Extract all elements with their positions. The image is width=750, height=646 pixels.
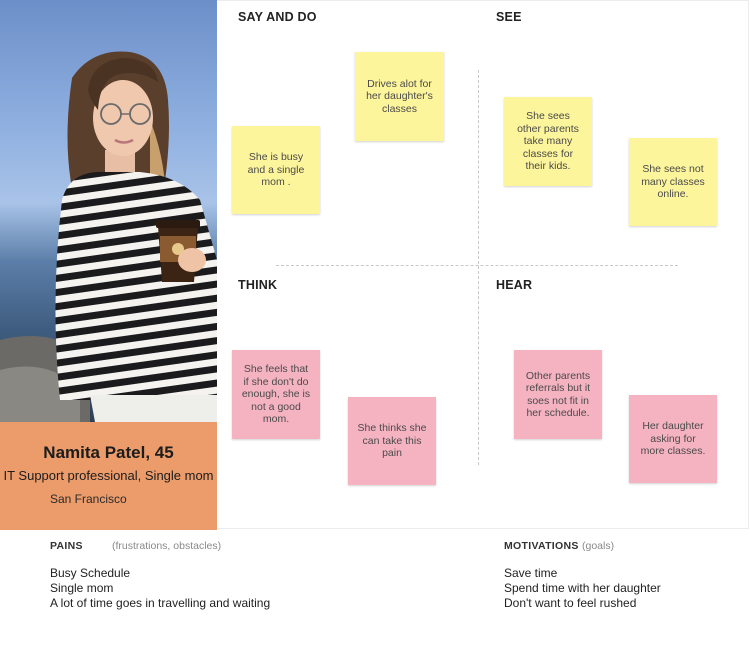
persona-location: San Francisco — [50, 492, 127, 506]
sticky-note[interactable]: She thinks she can take this pain — [348, 397, 436, 485]
quadrant-title-see: SEE — [496, 10, 522, 24]
motivations-subtitle: (goals) — [582, 540, 615, 552]
list-item: Don't want to feel rushed — [504, 596, 637, 610]
persona-card: Namita Patel, 45 IT Support professional… — [0, 422, 217, 530]
sticky-note[interactable]: Other parents referrals but it soes not … — [514, 350, 602, 439]
list-item: Busy Schedule — [50, 566, 131, 580]
quadrant-title-say-and-do: SAY AND DO — [238, 10, 317, 24]
pains-title: PAINS — [50, 540, 83, 552]
list-item: Single mom — [50, 581, 114, 595]
list-item: A lot of time goes in travelling and wai… — [50, 596, 271, 610]
sticky-note[interactable]: She sees not many classes online. — [629, 138, 717, 226]
horizontal-divider — [276, 265, 678, 266]
sticky-note[interactable]: She is busy and a single mom . — [232, 126, 320, 214]
sticky-note[interactable]: She sees other parents take many classes… — [504, 97, 592, 186]
sticky-note[interactable]: Drives alot for her daughter's classes — [355, 52, 444, 141]
pains-subtitle: (frustrations, obstacles) — [112, 540, 222, 552]
pains-list: Busy Schedule Single mom A lot of time g… — [50, 566, 270, 611]
sticky-note[interactable]: She feels that if she don't do enough, s… — [232, 350, 320, 439]
persona-name: Namita Patel, 45 — [43, 443, 174, 462]
motivations-title: MOTIVATIONS — [504, 540, 579, 552]
persona-role: IT Support professional, Single mom — [3, 468, 214, 483]
persona-photo-illustration — [0, 51, 217, 422]
list-item: Spend time with her daughter — [504, 581, 661, 595]
persona-photo — [0, 0, 217, 422]
list-item: Save time — [504, 566, 558, 580]
sticky-note[interactable]: Her daughter asking for more classes. — [629, 395, 717, 483]
motivations-list: Save time Spend time with her daughter D… — [504, 566, 661, 611]
quadrant-title-hear: HEAR — [496, 278, 533, 292]
vertical-divider — [478, 70, 479, 465]
quadrant-title-think: THINK — [238, 278, 278, 292]
